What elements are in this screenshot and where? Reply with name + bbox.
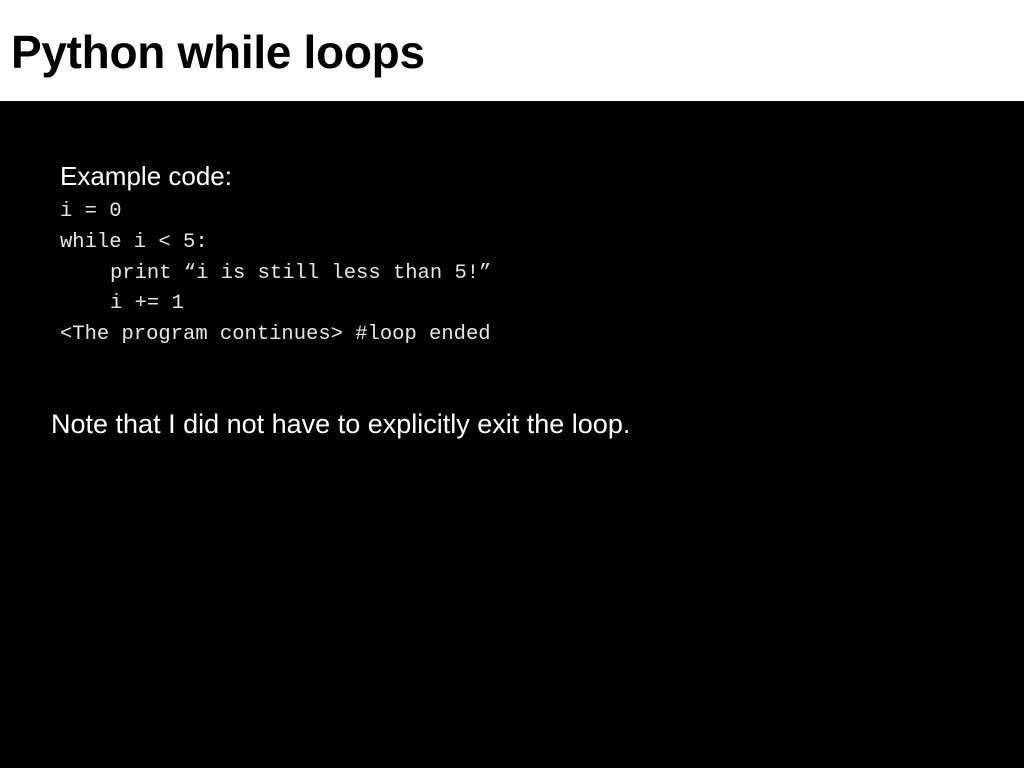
slide-title: Python while loops [11,26,425,78]
note-text: Note that I did not have to explicitly e… [51,409,631,439]
code-line: i = 0 [60,200,122,223]
example-label: Example code: [60,161,232,191]
slide-header: Python while loops [0,0,1024,101]
code-line: print “i is still less than 5!” [110,262,492,285]
slide-body: Example code: i = 0 while i < 5: print “… [0,101,1024,768]
code-line: i += 1 [110,292,184,315]
code-line: while i < 5: [60,231,208,254]
code-line: <The program continues> #loop ended [60,323,491,346]
